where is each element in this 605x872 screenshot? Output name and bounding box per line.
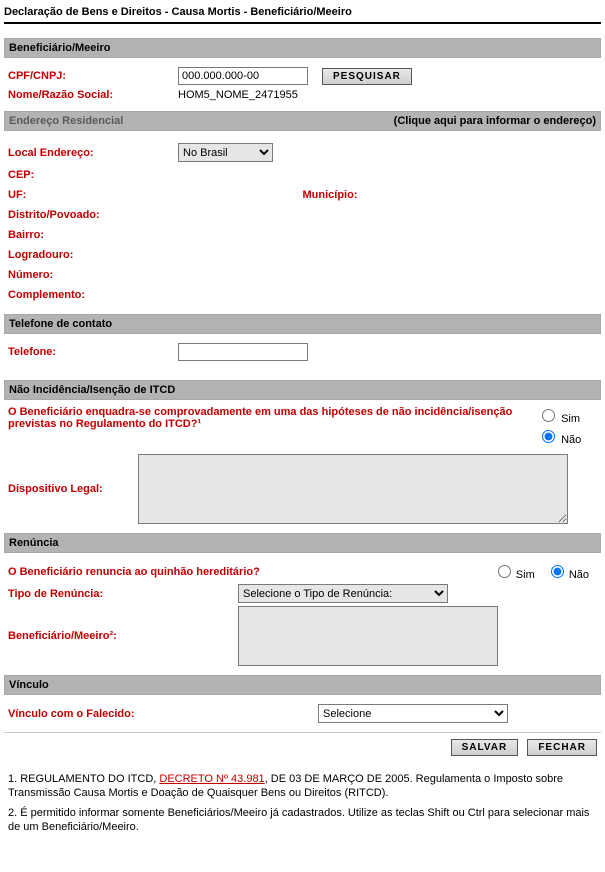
fechar-button[interactable]: FECHAR	[527, 739, 597, 756]
distrito-label: Distrito/Povoado:	[8, 208, 178, 222]
section-telefone-header: Telefone de contato	[4, 314, 601, 334]
endereco-header-text: Endereço Residencial	[9, 115, 123, 127]
dispositivo-textarea[interactable]	[138, 454, 568, 524]
section-vinculo-header: Vínculo	[4, 675, 601, 695]
logradouro-label: Logradouro:	[8, 248, 178, 262]
renuncia-nao-label: Não	[569, 569, 589, 581]
section-itcd-header: Não Incidência/Isenção de ITCD	[4, 380, 601, 400]
local-endereco-label: Local Endereço:	[8, 146, 178, 160]
beneficiario-meeiro-label: Beneficiário/Meeiro²:	[8, 629, 238, 643]
itcd-question: O Beneficiário enquadra-se comprovadamen…	[8, 406, 537, 430]
uf-label: UF:	[8, 188, 178, 202]
municipio-label: Município:	[303, 188, 358, 202]
section-endereco-header[interactable]: Endereço Residencial (Clique aqui para i…	[4, 111, 601, 131]
footnotes: 1. REGULAMENTO DO ITCD, DECRETO Nº 43.98…	[4, 762, 601, 844]
footnote-2: 2. É permitido informar somente Benefici…	[8, 806, 597, 834]
numero-label: Número:	[8, 268, 178, 282]
telefone-label: Telefone:	[8, 345, 178, 359]
nome-value: HOM5_NOME_2471955	[178, 88, 298, 102]
cpf-input[interactable]	[178, 67, 308, 85]
tipo-renuncia-label: Tipo de Renúncia:	[8, 587, 238, 601]
pesquisar-button[interactable]: PESQUISAR	[322, 68, 412, 85]
decreto-link[interactable]: DECRETO Nº 43.981	[159, 773, 264, 785]
vinculo-label: Vínculo com o Falecido:	[8, 707, 318, 721]
beneficiario-meeiro-list[interactable]	[238, 606, 498, 666]
cep-label: CEP:	[8, 168, 178, 182]
itcd-sim-radio[interactable]	[542, 409, 555, 422]
endereco-header-hint: (Clique aqui para informar o endereço)	[394, 115, 596, 127]
telefone-input[interactable]	[178, 343, 308, 361]
vinculo-select[interactable]: Selecione	[318, 704, 508, 723]
nome-label: Nome/Razão Social:	[8, 88, 178, 102]
dispositivo-label: Dispositivo Legal:	[8, 482, 138, 496]
cpf-label: CPF/CNPJ:	[8, 69, 178, 83]
section-beneficiario-header: Beneficiário/Meeiro	[4, 38, 601, 58]
salvar-button[interactable]: SALVAR	[451, 739, 519, 756]
page-title: Declaração de Bens e Direitos - Causa Mo…	[4, 4, 601, 20]
itcd-sim-label: Sim	[561, 413, 580, 425]
renuncia-sim-radio[interactable]	[498, 565, 511, 578]
bairro-label: Bairro:	[8, 228, 178, 242]
complemento-label: Complemento:	[8, 288, 178, 302]
itcd-nao-label: Não	[561, 434, 581, 446]
divider	[4, 22, 601, 24]
section-renuncia-header: Renúncia	[4, 533, 601, 553]
footnote-1a: 1. REGULAMENTO DO ITCD,	[8, 773, 159, 785]
itcd-nao-radio[interactable]	[542, 430, 555, 443]
local-endereco-select[interactable]: No Brasil	[178, 143, 273, 162]
renuncia-nao-radio[interactable]	[551, 565, 564, 578]
tipo-renuncia-select[interactable]: Selecione o Tipo de Renúncia:	[238, 584, 448, 603]
renuncia-sim-label: Sim	[516, 569, 535, 581]
renuncia-question: O Beneficiário renuncia ao quinhão hered…	[8, 565, 493, 579]
